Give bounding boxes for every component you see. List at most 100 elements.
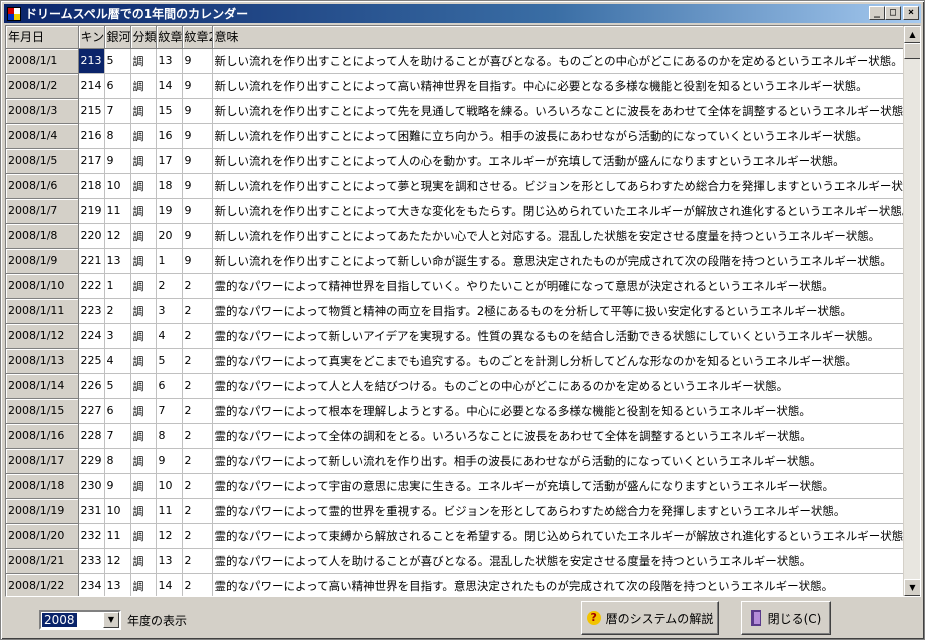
class-cell[interactable]: 調 — [130, 498, 157, 524]
column-header[interactable]: キン — [78, 26, 105, 49]
table-row[interactable]: 2008/1/17 229 8 調 9 2 霊的なパワーによって新しい流れを作り出す。相手の… — [6, 448, 904, 474]
seal-cell[interactable]: 5 — [156, 348, 183, 374]
scroll-thumb[interactable] — [904, 43, 920, 59]
seal2-cell[interactable]: 2 — [182, 298, 213, 324]
meaning-cell[interactable]: 新しい流れを作り出すことによって先を見通して戦略を練る。いろいろなことに波長をあ… — [212, 98, 904, 124]
date-cell[interactable]: 2008/1/9 — [6, 248, 79, 274]
meaning-cell[interactable]: 新しい流れを作り出すことによって人の心を動かす。エネルギーが充填して活動が盛んに… — [212, 148, 904, 174]
galaxy-cell[interactable]: 7 — [104, 423, 131, 449]
date-cell[interactable]: 2008/1/19 — [6, 498, 79, 524]
meaning-cell[interactable]: 霊的なパワーによって宇宙の意思に忠実に生きる。エネルギーが充填して活動が盛んにな… — [212, 473, 904, 499]
galaxy-cell[interactable]: 8 — [104, 448, 131, 474]
title-bar[interactable]: ドリームスペル暦での1年間のカレンダー _ □ × — [4, 4, 921, 23]
kin-cell[interactable]: 220 — [78, 223, 105, 249]
kin-cell[interactable]: 234 — [78, 573, 105, 596]
seal2-cell[interactable]: 2 — [182, 548, 213, 574]
date-cell[interactable]: 2008/1/15 — [6, 398, 79, 424]
seal2-cell[interactable]: 2 — [182, 348, 213, 374]
table-row[interactable]: 2008/1/19 231 10 調 11 2 霊的なパワーによって霊的世界を重視する。ビジ… — [6, 498, 904, 524]
table-row[interactable]: 2008/1/15 227 6 調 7 2 霊的なパワーによって根本を理解しようとする。中心… — [6, 398, 904, 424]
seal-cell[interactable]: 19 — [156, 198, 183, 224]
app-icon[interactable] — [7, 6, 21, 21]
seal-cell[interactable]: 8 — [156, 423, 183, 449]
class-cell[interactable]: 調 — [130, 48, 157, 74]
seal-cell[interactable]: 20 — [156, 223, 183, 249]
galaxy-cell[interactable]: 13 — [104, 248, 131, 274]
seal-cell[interactable]: 7 — [156, 398, 183, 424]
galaxy-cell[interactable]: 11 — [104, 198, 131, 224]
class-cell[interactable]: 調 — [130, 323, 157, 349]
class-cell[interactable]: 調 — [130, 473, 157, 499]
seal2-cell[interactable]: 2 — [182, 573, 213, 596]
class-cell[interactable]: 調 — [130, 573, 157, 596]
class-cell[interactable]: 調 — [130, 73, 157, 99]
class-cell[interactable]: 調 — [130, 148, 157, 174]
seal2-cell[interactable]: 2 — [182, 423, 213, 449]
date-cell[interactable]: 2008/1/16 — [6, 423, 79, 449]
column-header[interactable]: 紋章2 — [182, 26, 213, 49]
seal2-cell[interactable]: 2 — [182, 523, 213, 549]
kin-cell[interactable]: 233 — [78, 548, 105, 574]
galaxy-cell[interactable]: 13 — [104, 573, 131, 596]
seal2-cell[interactable]: 9 — [182, 148, 213, 174]
table-row[interactable]: 2008/1/22 234 13 調 14 2 霊的なパワーによって高い精神世界を目指す。意… — [6, 573, 904, 596]
date-cell[interactable]: 2008/1/8 — [6, 223, 79, 249]
table-row[interactable]: 2008/1/2 214 6 調 14 9 新しい流れを作り出すことによって高い精神世界を目… — [6, 73, 904, 99]
meaning-cell[interactable]: 霊的なパワーによって根本を理解しようとする。中心に必要となる多様な機能と役割を知… — [212, 398, 904, 424]
galaxy-cell[interactable]: 9 — [104, 148, 131, 174]
seal2-cell[interactable]: 2 — [182, 323, 213, 349]
kin-cell[interactable]: 224 — [78, 323, 105, 349]
seal-cell[interactable]: 16 — [156, 123, 183, 149]
date-cell[interactable]: 2008/1/11 — [6, 298, 79, 324]
galaxy-cell[interactable]: 7 — [104, 98, 131, 124]
seal2-cell[interactable]: 2 — [182, 498, 213, 524]
galaxy-cell[interactable]: 9 — [104, 473, 131, 499]
table-row[interactable]: 2008/1/9 221 13 調 1 9 新しい流れを作り出すことによって新しい命が誕生す… — [6, 248, 904, 274]
kin-cell[interactable]: 216 — [78, 123, 105, 149]
class-cell[interactable]: 調 — [130, 123, 157, 149]
kin-cell[interactable]: 213 — [78, 48, 105, 74]
table-row[interactable]: 2008/1/11 223 2 調 3 2 霊的なパワーによって物質と精神の両立を目指す。2… — [6, 298, 904, 324]
date-cell[interactable]: 2008/1/2 — [6, 73, 79, 99]
class-cell[interactable]: 調 — [130, 548, 157, 574]
kin-cell[interactable]: 231 — [78, 498, 105, 524]
class-cell[interactable]: 調 — [130, 398, 157, 424]
year-select[interactable]: 2008 ▼ — [39, 610, 121, 630]
meaning-cell[interactable]: 新しい流れを作り出すことによって大きな変化をもたらす。閉じ込められていたエネルギ… — [212, 198, 904, 224]
seal-cell[interactable]: 15 — [156, 98, 183, 124]
class-cell[interactable]: 調 — [130, 198, 157, 224]
seal2-cell[interactable]: 2 — [182, 398, 213, 424]
seal-cell[interactable]: 14 — [156, 573, 183, 596]
kin-cell[interactable]: 215 — [78, 98, 105, 124]
table-row[interactable]: 2008/1/6 218 10 調 18 9 新しい流れを作り出すことによって夢と現実を調和… — [6, 173, 904, 199]
galaxy-cell[interactable]: 3 — [104, 323, 131, 349]
galaxy-cell[interactable]: 5 — [104, 48, 131, 74]
seal2-cell[interactable]: 2 — [182, 373, 213, 399]
scroll-up-icon[interactable]: ▲ — [904, 26, 920, 43]
close-button[interactable]: 閉じる(C) — [741, 601, 831, 635]
seal-cell[interactable]: 11 — [156, 498, 183, 524]
table-row[interactable]: 2008/1/3 215 7 調 15 9 新しい流れを作り出すことによって先を見通して戦略… — [6, 98, 904, 124]
kin-cell[interactable]: 229 — [78, 448, 105, 474]
table-row[interactable]: 2008/1/10 222 1 調 2 2 霊的なパワーによって精神世界を目指していく。やり… — [6, 273, 904, 299]
table-row[interactable]: 2008/1/13 225 4 調 5 2 霊的なパワーによって真実をどこまでも追究する。も… — [6, 348, 904, 374]
meaning-cell[interactable]: 霊的なパワーによって全体の調和をとる。いろいろなことに波長をあわせて全体を調整す… — [212, 423, 904, 449]
class-cell[interactable]: 調 — [130, 173, 157, 199]
table-row[interactable]: 2008/1/21 233 12 調 13 2 霊的なパワーによって人を助けることが喜びとな… — [6, 548, 904, 574]
galaxy-cell[interactable]: 12 — [104, 223, 131, 249]
seal2-cell[interactable]: 2 — [182, 448, 213, 474]
meaning-cell[interactable]: 新しい流れを作り出すことによって困難に立ち向かう。相手の波長にあわせながら活動的… — [212, 123, 904, 149]
kin-cell[interactable]: 225 — [78, 348, 105, 374]
galaxy-cell[interactable]: 10 — [104, 498, 131, 524]
date-cell[interactable]: 2008/1/3 — [6, 98, 79, 124]
seal-cell[interactable]: 10 — [156, 473, 183, 499]
table-row[interactable]: 2008/1/4 216 8 調 16 9 新しい流れを作り出すことによって困難に立ち向かう… — [6, 123, 904, 149]
meaning-cell[interactable]: 霊的なパワーによって精神世界を目指していく。やりたいことが明確になって意思が決定… — [212, 273, 904, 299]
date-cell[interactable]: 2008/1/10 — [6, 273, 79, 299]
date-cell[interactable]: 2008/1/18 — [6, 473, 79, 499]
galaxy-cell[interactable]: 6 — [104, 398, 131, 424]
meaning-cell[interactable]: 新しい流れを作り出すことによって夢と現実を調和させる。ビジョンを形としてあらわす… — [212, 173, 904, 199]
seal2-cell[interactable]: 9 — [182, 48, 213, 74]
galaxy-cell[interactable]: 6 — [104, 73, 131, 99]
meaning-cell[interactable]: 霊的なパワーによって真実をどこまでも追究する。ものごとを計測し分析してどんな形な… — [212, 348, 904, 374]
